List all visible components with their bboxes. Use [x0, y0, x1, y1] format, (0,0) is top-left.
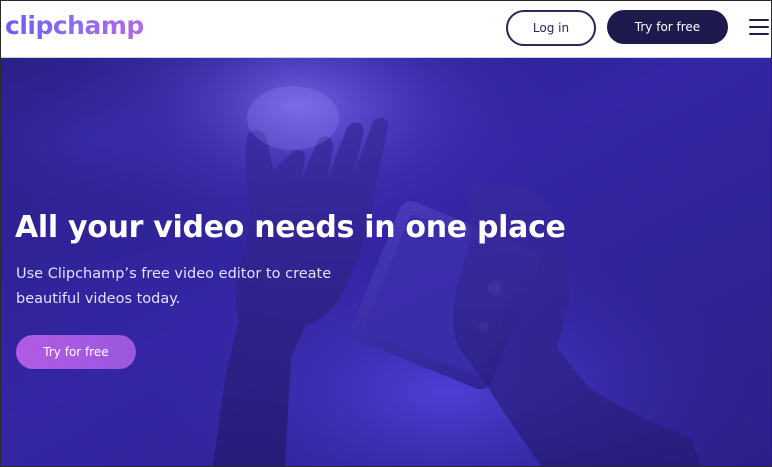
hamburger-menu-icon[interactable] [749, 18, 769, 36]
menu-bar-middle [749, 26, 769, 28]
menu-bar-bottom [749, 33, 769, 35]
menu-bar-top [749, 19, 769, 21]
try-for-free-header-button[interactable]: Try for free [607, 10, 728, 44]
page: clipchamp Log in Try for free All your v… [0, 0, 772, 467]
hero-section: All your video needs in one place Use Cl… [1, 58, 771, 466]
site-header: clipchamp Log in Try for free [1, 1, 771, 58]
clipchamp-logo[interactable]: clipchamp [5, 9, 144, 43]
hero-subtitle: Use Clipchamp’s free video editor to cre… [16, 266, 332, 307]
try-for-free-hero-button[interactable]: Try for free [16, 335, 136, 369]
hero-title: All your video needs in one place [15, 210, 566, 245]
login-button[interactable]: Log in [506, 10, 596, 46]
